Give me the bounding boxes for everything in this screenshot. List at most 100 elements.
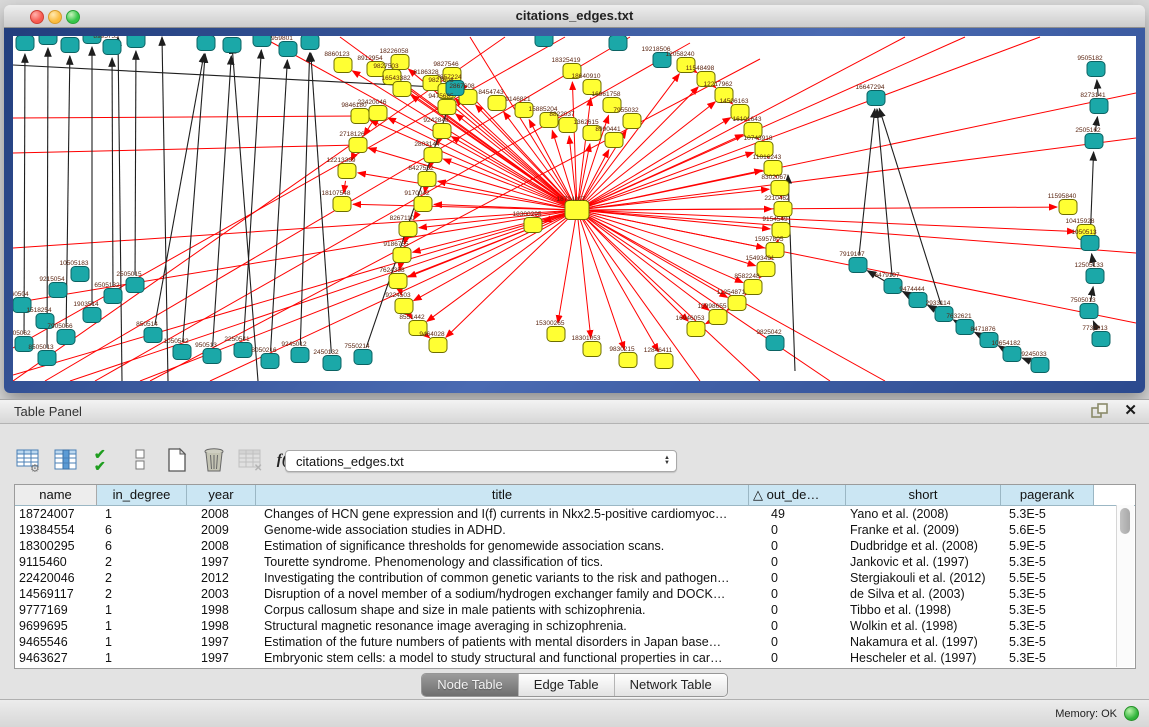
graph-edge[interactable] bbox=[877, 109, 892, 276]
graph-node[interactable] bbox=[38, 351, 56, 366]
graph-node[interactable] bbox=[1081, 236, 1099, 251]
graph-node[interactable] bbox=[583, 342, 601, 357]
table-row[interactable]: 2242004622012Investigating the contribut… bbox=[15, 570, 1135, 586]
graph-node[interactable] bbox=[393, 82, 411, 97]
graph-node[interactable] bbox=[433, 124, 451, 139]
graph-node[interactable] bbox=[144, 328, 162, 343]
table-row[interactable]: 1872400712008Changes of HCN gene express… bbox=[15, 506, 1135, 522]
graph-edge[interactable] bbox=[118, 37, 122, 381]
scrollbar-thumb[interactable] bbox=[1120, 508, 1130, 534]
graph-edge[interactable] bbox=[112, 58, 113, 286]
graph-edge[interactable] bbox=[580, 219, 624, 349]
graph-node[interactable] bbox=[234, 343, 252, 358]
graph-node[interactable] bbox=[333, 197, 351, 212]
graph-edge[interactable] bbox=[558, 220, 575, 323]
graph-edge[interactable] bbox=[585, 216, 709, 310]
graph-node[interactable] bbox=[1080, 304, 1098, 319]
graph-node[interactable] bbox=[253, 36, 271, 47]
table-source-select[interactable]: citations_edges.txt ▲▼ bbox=[285, 450, 677, 472]
graph-edge[interactable] bbox=[370, 120, 568, 206]
graph-node[interactable] bbox=[223, 38, 241, 53]
graph-node[interactable] bbox=[429, 338, 447, 353]
graph-node[interactable] bbox=[126, 278, 144, 293]
column-header-out_de[interactable]: △ out_de… bbox=[749, 485, 846, 505]
close-window-button[interactable] bbox=[30, 10, 44, 24]
graph-node[interactable] bbox=[1031, 358, 1049, 373]
graph-node[interactable] bbox=[349, 138, 367, 153]
table-row[interactable]: 946362711997Embryonic stem cells: a mode… bbox=[15, 650, 1135, 666]
float-panel-icon[interactable] bbox=[1091, 403, 1108, 419]
graph-node[interactable] bbox=[49, 283, 67, 298]
graph-edge[interactable] bbox=[311, 53, 332, 353]
graph-node[interactable] bbox=[393, 248, 411, 263]
graph-node[interactable] bbox=[197, 36, 215, 51]
graph-node[interactable] bbox=[424, 148, 442, 163]
table-settings-icon[interactable]: ⚙ bbox=[16, 447, 42, 473]
zoom-window-button[interactable] bbox=[66, 10, 80, 24]
graph-edge[interactable] bbox=[451, 137, 568, 205]
graph-node[interactable] bbox=[418, 172, 436, 187]
graph-edge[interactable] bbox=[408, 214, 567, 277]
graph-edge[interactable] bbox=[587, 210, 1075, 231]
graph-node[interactable] bbox=[261, 354, 279, 369]
graph-node[interactable] bbox=[438, 100, 456, 115]
graph-node[interactable] bbox=[71, 267, 89, 282]
graph-node[interactable] bbox=[291, 348, 309, 363]
graph-node[interactable] bbox=[61, 38, 79, 53]
table-row[interactable]: 911546021997Tourette syndrome. Phenomeno… bbox=[15, 554, 1135, 570]
graph-node[interactable] bbox=[127, 36, 145, 48]
graph-edge[interactable] bbox=[413, 212, 568, 252]
graph-node[interactable] bbox=[104, 289, 122, 304]
graph-node[interactable] bbox=[867, 91, 885, 106]
table-row[interactable]: 1830029562008Estimation of significance … bbox=[15, 538, 1135, 554]
graph-edge[interactable] bbox=[162, 37, 168, 381]
graph-edge[interactable] bbox=[584, 217, 688, 321]
graph-node[interactable] bbox=[334, 58, 352, 73]
graph-node[interactable] bbox=[414, 197, 432, 212]
graph-node[interactable] bbox=[535, 36, 553, 47]
graph-node[interactable] bbox=[1059, 200, 1077, 215]
graph-edge[interactable] bbox=[135, 51, 136, 275]
graph-node[interactable] bbox=[83, 308, 101, 323]
window-titlebar[interactable]: citations_edges.txt bbox=[4, 5, 1145, 28]
graph-node[interactable] bbox=[1090, 99, 1108, 114]
graph-node[interactable] bbox=[57, 330, 75, 345]
graph-node[interactable] bbox=[524, 218, 542, 233]
table-row[interactable]: 969969511998Structural magnetic resonanc… bbox=[15, 618, 1135, 634]
clear-selection-icon[interactable] bbox=[127, 447, 153, 473]
delete-rows-icon[interactable] bbox=[201, 447, 227, 473]
graph-node[interactable] bbox=[771, 181, 789, 196]
network-canvas[interactable]: 1872400788601238912954182260589827503165… bbox=[13, 36, 1136, 381]
graph-node[interactable] bbox=[757, 262, 775, 277]
graph-edge[interactable] bbox=[300, 53, 309, 345]
graph-edge[interactable] bbox=[1022, 358, 1030, 361]
table-row[interactable]: 1938455462009Genome-wide association stu… bbox=[15, 522, 1135, 538]
graph-node[interactable] bbox=[369, 106, 387, 121]
table-row[interactable]: 946554611997Estimation of the future num… bbox=[15, 634, 1135, 650]
graph-node[interactable] bbox=[909, 293, 927, 308]
graph-node[interactable] bbox=[488, 96, 506, 111]
graph-edge[interactable] bbox=[358, 173, 567, 208]
graph-node[interactable] bbox=[389, 274, 407, 289]
graph-node[interactable] bbox=[395, 299, 413, 314]
graph-edge[interactable] bbox=[582, 219, 659, 352]
graph-node[interactable] bbox=[609, 36, 627, 51]
graph-edge[interactable] bbox=[183, 54, 205, 342]
graph-edge[interactable] bbox=[587, 189, 769, 209]
close-panel-icon[interactable]: ✕ bbox=[1124, 403, 1137, 419]
table-row[interactable]: 977716911998Corpus callosum shape and si… bbox=[15, 602, 1135, 618]
graph-edge[interactable] bbox=[271, 60, 288, 351]
graph-edge[interactable] bbox=[213, 56, 232, 346]
graph-node[interactable] bbox=[16, 36, 34, 51]
graph-node[interactable] bbox=[774, 202, 792, 217]
graph-edge[interactable] bbox=[155, 54, 204, 325]
graph-node[interactable] bbox=[1003, 347, 1021, 362]
graph-edge[interactable] bbox=[706, 322, 710, 324]
graph-node[interactable] bbox=[623, 114, 641, 129]
graph-node[interactable] bbox=[605, 133, 623, 148]
graph-edge[interactable] bbox=[584, 87, 698, 203]
graph-node[interactable] bbox=[323, 356, 341, 371]
graph-edge[interactable] bbox=[578, 220, 591, 338]
graph-edge[interactable] bbox=[577, 37, 1040, 210]
select-all-icon[interactable]: ✔ ✔ bbox=[90, 447, 116, 473]
